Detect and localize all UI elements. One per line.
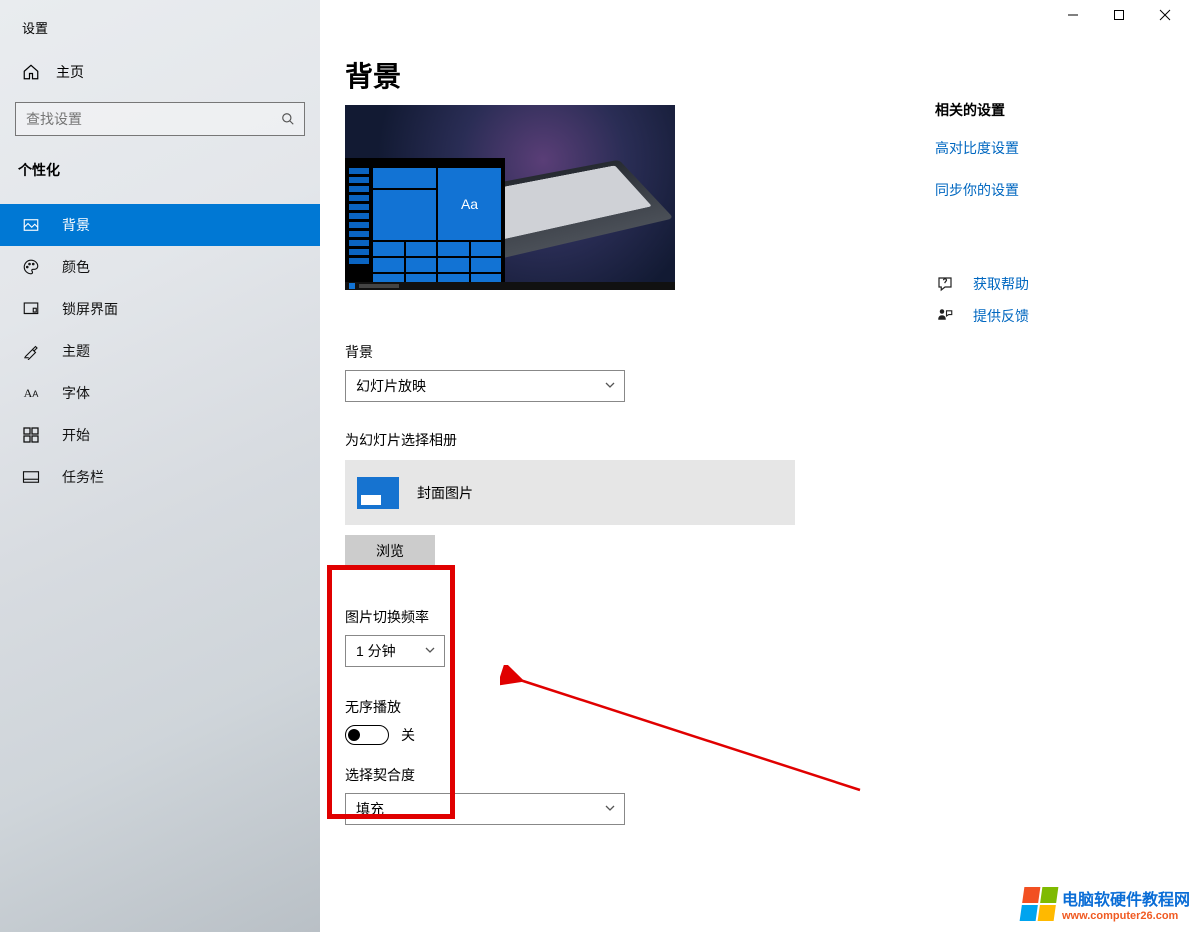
- nav-label: 背景: [62, 215, 90, 235]
- preview-sample-text: Aa: [438, 168, 501, 240]
- search-icon: [272, 112, 304, 126]
- fonts-icon: AA: [22, 384, 40, 402]
- nav-list: 背景 颜色 锁屏界面 主题 AA 字体 开始 任务栏: [0, 204, 320, 498]
- link-get-help[interactable]: 获取帮助: [935, 274, 1029, 294]
- settings-form: 背景 幻灯片放映 为幻灯片选择相册 封面图片 浏览 图片切换频率 1 分钟 无序…: [345, 320, 845, 825]
- picture-icon: [22, 216, 40, 234]
- shuffle-state: 关: [401, 725, 415, 745]
- fit-value: 填充: [356, 799, 384, 819]
- lockscreen-icon: [22, 300, 40, 318]
- background-value: 幻灯片放映: [356, 376, 426, 396]
- sidebar-item-colors[interactable]: 颜色: [0, 246, 320, 288]
- background-field-label: 背景: [345, 342, 845, 362]
- related-heading: 相关的设置: [935, 100, 1029, 120]
- nav-label: 颜色: [62, 257, 90, 277]
- chevron-down-icon: [424, 643, 436, 659]
- feedback-icon: [935, 307, 955, 325]
- fit-field-label: 选择契合度: [345, 765, 845, 785]
- album-row[interactable]: 封面图片: [345, 460, 795, 525]
- fit-dropdown[interactable]: 填充: [345, 793, 625, 825]
- watermark-logo-icon: [1020, 887, 1059, 921]
- nav-label: 锁屏界面: [62, 299, 118, 319]
- watermark-line2: www.computer26.com: [1062, 910, 1190, 922]
- sidebar-item-background[interactable]: 背景: [0, 204, 320, 246]
- album-name: 封面图片: [417, 483, 473, 503]
- album-thumb-icon: [357, 477, 399, 509]
- home-label: 主页: [56, 62, 84, 82]
- watermark: 电脑软硬件教程网 www.computer26.com: [1022, 886, 1190, 922]
- chevron-down-icon: [604, 801, 616, 817]
- nav-label: 任务栏: [62, 467, 104, 487]
- sidebar-item-taskbar[interactable]: 任务栏: [0, 456, 320, 498]
- link-feedback[interactable]: 提供反馈: [935, 306, 1029, 326]
- sidebar-item-start[interactable]: 开始: [0, 414, 320, 456]
- link-high-contrast[interactable]: 高对比度设置: [935, 138, 1029, 158]
- sidebar-item-themes[interactable]: 主题: [0, 330, 320, 372]
- help-icon: [935, 275, 955, 293]
- watermark-line1: 电脑软硬件教程网: [1062, 886, 1190, 910]
- interval-dropdown[interactable]: 1 分钟: [345, 635, 445, 667]
- interval-value: 1 分钟: [356, 641, 396, 661]
- page-title: 背景: [345, 55, 1200, 95]
- background-dropdown[interactable]: 幻灯片放映: [345, 370, 625, 402]
- sidebar-item-lockscreen[interactable]: 锁屏界面: [0, 288, 320, 330]
- search-box[interactable]: [15, 102, 305, 136]
- category-label: 个性化: [18, 160, 60, 180]
- palette-icon: [22, 258, 40, 276]
- sidebar-home[interactable]: 主页: [22, 62, 84, 82]
- start-icon: [22, 426, 40, 444]
- nav-label: 字体: [62, 383, 90, 403]
- themes-icon: [22, 342, 40, 360]
- taskbar-icon: [22, 468, 40, 486]
- shuffle-toggle[interactable]: [345, 725, 389, 745]
- shuffle-field-label: 无序播放: [345, 697, 845, 717]
- sidebar-item-fonts[interactable]: AA 字体: [0, 372, 320, 414]
- chevron-down-icon: [604, 378, 616, 394]
- interval-field-label: 图片切换频率: [345, 607, 845, 627]
- related-settings: 相关的设置 高对比度设置 同步你的设置 获取帮助 提供反馈: [935, 100, 1029, 326]
- desktop-preview: Aa: [345, 105, 675, 290]
- nav-label: 主题: [62, 341, 90, 361]
- nav-label: 开始: [62, 425, 90, 445]
- search-input[interactable]: [16, 111, 272, 127]
- album-field-label: 为幻灯片选择相册: [345, 430, 845, 450]
- sidebar: 设置 主页 个性化 背景 颜色 锁屏界面 主题 AA 字体: [0, 0, 320, 932]
- app-name: 设置: [22, 18, 48, 37]
- link-sync[interactable]: 同步你的设置: [935, 180, 1029, 200]
- browse-button[interactable]: 浏览: [345, 535, 435, 567]
- home-icon: [22, 63, 40, 81]
